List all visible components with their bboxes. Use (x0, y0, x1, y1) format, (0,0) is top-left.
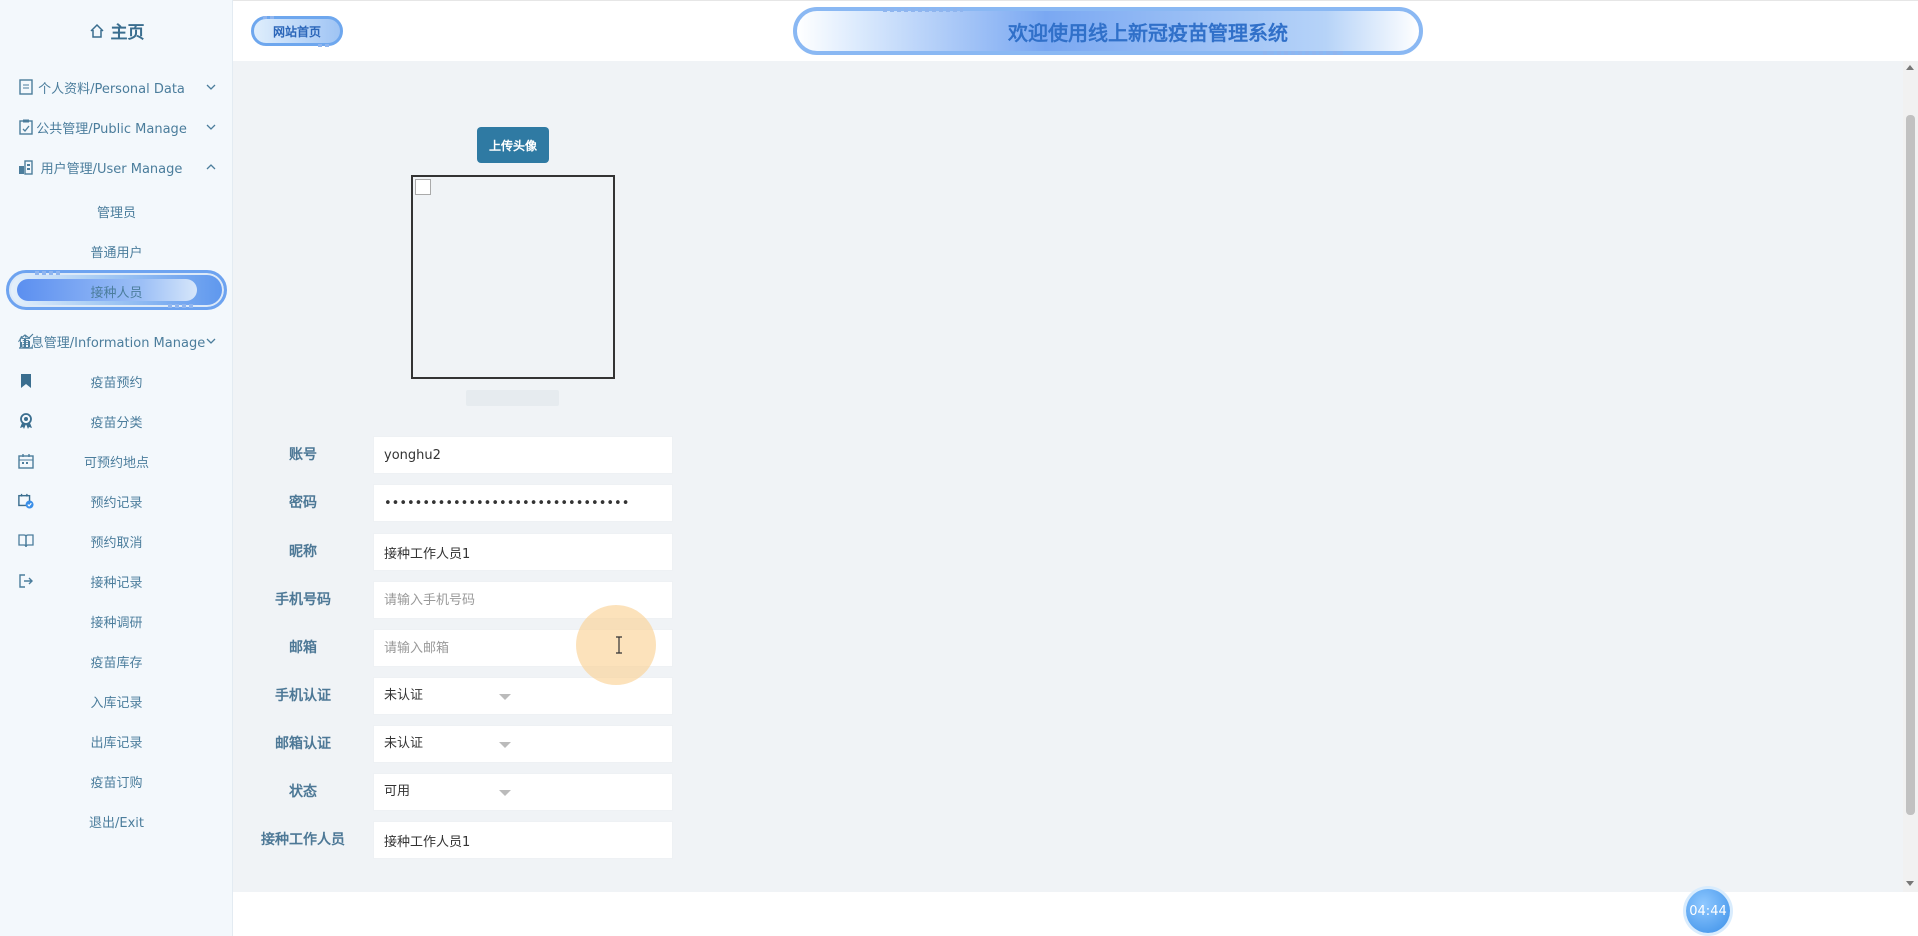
status-value: 可用 (384, 784, 411, 799)
sidebar-item-label: 疫苗分类 (90, 415, 143, 431)
phone-verify-label: 手机认证 (275, 688, 331, 704)
sidebar-item-label: 可预约地点 (83, 455, 149, 471)
email-verify-select[interactable]: 未认证 (373, 725, 673, 763)
sidebar-item-booking-cancel[interactable]: 预约取消 (0, 521, 233, 561)
sidebar-item-label: 预约记录 (90, 495, 143, 511)
sidebar-item-vaccine-category[interactable]: 疫苗分类 (0, 401, 233, 441)
sidebar-item-label: 疫苗预约 (90, 375, 143, 391)
scrollbar-thumb[interactable] (1906, 115, 1915, 815)
sidebar-item-label: 疫苗库存 (90, 655, 143, 671)
sidebar-item-public-manage[interactable]: 公共管理/Public Manage (0, 107, 233, 147)
sidebar-item-vaccine-order[interactable]: 疫苗订购 (0, 761, 233, 801)
avatar-caption (466, 390, 559, 406)
sidebar-item-booking-location[interactable]: 可预约地点 (0, 441, 233, 481)
sidebar-item-admin[interactable]: 管理员 (0, 191, 233, 231)
sidebar-item-label: 用户管理/User Manage (40, 161, 183, 177)
nickname-label: 昵称 (289, 544, 317, 560)
email-verify-value: 未认证 (384, 736, 424, 751)
footer (233, 892, 1918, 936)
vertical-scrollbar[interactable] (1903, 61, 1918, 892)
decor-dots (263, 16, 277, 19)
form-row-nickname: 昵称 (233, 533, 673, 571)
chevron-down-icon (206, 124, 216, 130)
home-label: 主页 (110, 23, 145, 43)
broken-image-icon (415, 179, 431, 195)
sidebar-item-stock-in-record[interactable]: 入库记录 (0, 681, 233, 721)
sidebar-item-label: 退出/Exit (89, 815, 144, 831)
sidebar-item-label: 公共管理/Public Manage (36, 121, 187, 137)
decor-dots (883, 8, 963, 12)
scroll-down-arrow-icon[interactable] (1906, 881, 1914, 886)
title-banner: 欢迎使用线上新冠疫苗管理系统 (793, 7, 1423, 55)
timer-badge: 04:44 (1686, 889, 1730, 933)
password-input[interactable] (373, 484, 673, 522)
form-row-status: 状态 可用 (233, 773, 673, 811)
status-label: 状态 (289, 784, 317, 800)
avatar-preview (411, 175, 615, 379)
phone-label: 手机号码 (275, 592, 331, 608)
sidebar-item-booking-record[interactable]: 预约记录 (0, 481, 233, 521)
caret-down-icon (499, 742, 511, 748)
sidebar-item-exit[interactable]: 退出/Exit (0, 801, 233, 841)
password-label: 密码 (289, 495, 317, 511)
sidebar-item-stock-out-record[interactable]: 出库记录 (0, 721, 233, 761)
chevron-down-icon (206, 84, 216, 90)
email-label: 邮箱 (289, 640, 317, 656)
home-link[interactable]: 主页 (0, 0, 233, 61)
sidebar-item-user-manage[interactable]: 用户管理/User Manage (0, 147, 233, 187)
account-input[interactable] (373, 436, 673, 474)
email-verify-label: 邮箱认证 (275, 736, 331, 752)
home-icon (89, 23, 104, 38)
sidebar-item-personal-data[interactable]: 个人资料/Personal Data (0, 67, 233, 107)
site-home-button[interactable]: 网站首页 (251, 16, 343, 46)
vaccinator-label: 接种工作人员 (261, 832, 345, 848)
sidebar-item-label: 预约取消 (90, 535, 143, 551)
sidebar-item-label: 接种记录 (90, 575, 143, 591)
form-row-email-verify: 邮箱认证 未认证 (233, 725, 673, 763)
sidebar: 主页 个人资料/Personal Data 公共管理/Public Manage… (0, 0, 233, 936)
sidebar-item-vaccination-survey[interactable]: 接种调研 (0, 601, 233, 641)
text-cursor-icon (616, 636, 622, 654)
decor-dots (1263, 51, 1343, 55)
page-title: 欢迎使用线上新冠疫苗管理系统 (1008, 20, 1288, 45)
top-header: 网站首页 欢迎使用线上新冠疫苗管理系统 (233, 0, 1918, 61)
form-row-vaccinator: 接种工作人员 (233, 821, 673, 859)
scroll-up-arrow-icon[interactable] (1906, 65, 1914, 70)
account-label: 账号 (289, 447, 317, 463)
chevron-down-icon (206, 338, 216, 344)
sidebar-item-vaccination-record[interactable]: 接种记录 (0, 561, 233, 601)
form-row-account: 账号 (233, 436, 673, 474)
sidebar-item-vaccine-stock[interactable]: 疫苗库存 (0, 641, 233, 681)
sidebar-item-label: 信息管理/Information Manage (17, 335, 206, 351)
vaccinator-input[interactable] (373, 821, 673, 859)
decor-dots (318, 44, 330, 47)
caret-down-icon (499, 694, 511, 700)
sidebar-item-vaccine-booking[interactable]: 疫苗预约 (0, 361, 233, 401)
phone-verify-value: 未认证 (384, 688, 424, 703)
sidebar-item-label: 个人资料/Personal Data (38, 81, 185, 97)
sidebar-item-label: 接种调研 (90, 615, 143, 631)
caret-down-icon (499, 790, 511, 796)
sidebar-item-label: 出库记录 (90, 735, 143, 751)
sidebar-item-label: 管理员 (96, 205, 136, 221)
sidebar-item-label: 普通用户 (90, 245, 143, 261)
sidebar-item-label: 入库记录 (90, 695, 143, 711)
sidebar-item-label: 疫苗订购 (90, 775, 143, 791)
form-row-password: 密码 (233, 484, 673, 522)
sidebar-item-normal-user[interactable]: 普通用户 (0, 231, 233, 271)
chevron-up-icon (206, 164, 216, 170)
sidebar-item-label: 接种人员 (90, 285, 143, 301)
status-select[interactable]: 可用 (373, 773, 673, 811)
sidebar-item-vaccinator[interactable]: 接种人员 (0, 271, 233, 311)
sidebar-item-information-manage[interactable]: 信息管理/Information Manage (0, 321, 233, 361)
nickname-input[interactable] (373, 533, 673, 571)
upload-avatar-button[interactable]: 上传头像 (477, 127, 549, 163)
